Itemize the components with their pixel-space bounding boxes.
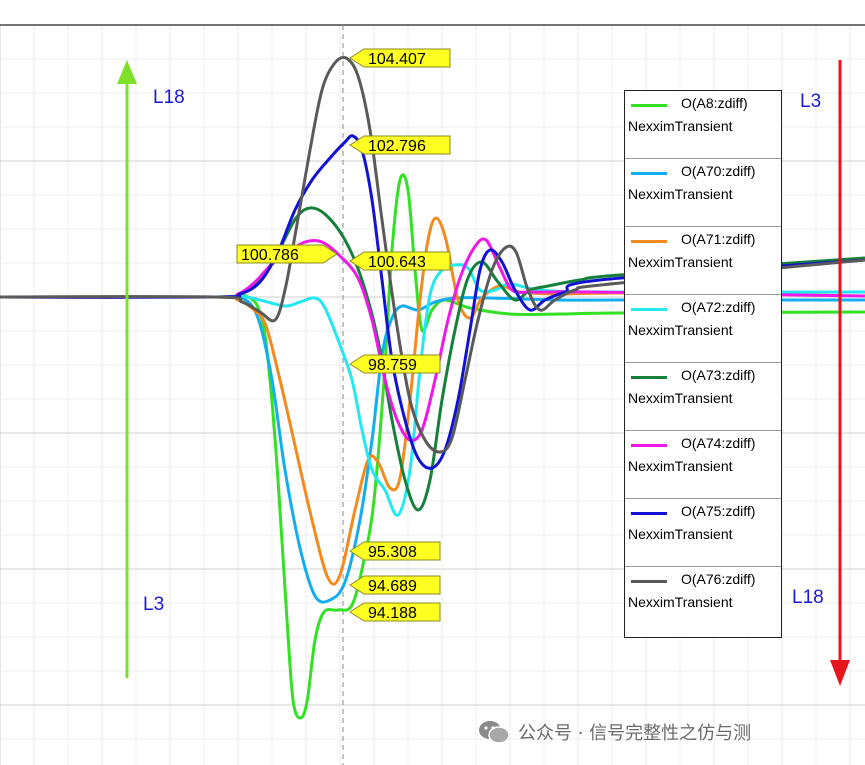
legend-series-name: O(A71:zdiff) <box>681 231 756 247</box>
legend-entry: O(A71:zdiff) NexximTransient <box>625 227 781 295</box>
legend-entry: O(A74:zdiff) NexximTransient <box>625 431 781 499</box>
data-label: 95.308 <box>349 541 441 561</box>
right-arrow <box>830 60 850 686</box>
left-arrow <box>117 60 137 678</box>
legend-series-name: O(A72:zdiff) <box>681 299 756 315</box>
left-arrow-bottom-label: L3 <box>143 594 164 615</box>
legend-swatch <box>631 104 667 107</box>
legend-series-sub: NexximTransient <box>628 526 733 542</box>
legend-entry: O(A70:zdiff) NexximTransient <box>625 159 781 227</box>
legend-series-sub: NexximTransient <box>628 594 733 610</box>
left-arrow-head <box>117 60 137 84</box>
legend-series-name: O(A70:zdiff) <box>681 163 756 179</box>
right-arrow-head <box>830 660 850 686</box>
legend-series-sub: NexximTransient <box>628 118 733 134</box>
legend-swatch <box>631 308 667 311</box>
chat-bubbles-icon <box>479 721 510 744</box>
legend-entry: O(A72:zdiff) NexximTransient <box>625 295 781 363</box>
legend-series-sub: NexximTransient <box>628 254 733 270</box>
legend-series-name: O(A75:zdiff) <box>681 503 756 519</box>
legend-series-name: O(A74:zdiff) <box>681 435 756 451</box>
legend-entry: O(A76:zdiff) NexximTransient <box>625 567 781 635</box>
legend-series-name: O(A76:zdiff) <box>681 571 756 587</box>
right-arrow-top-label: L3 <box>800 91 821 112</box>
right-arrow-bottom-label: L18 <box>792 587 824 608</box>
data-label: 100.643 <box>349 251 451 271</box>
legend-series-name: O(A8:zdiff) <box>681 95 748 111</box>
legend-series-sub: NexximTransient <box>628 390 733 406</box>
legend-swatch <box>631 580 667 583</box>
data-label: 94.689 <box>349 575 441 595</box>
legend-swatch <box>631 376 667 379</box>
data-label-text: 94.188 <box>368 605 417 622</box>
watermark-text: 公众号 · 信号完整性之仿与测 <box>518 723 752 744</box>
legend-series-name: O(A73:zdiff) <box>681 367 756 383</box>
data-label: 104.407 <box>349 48 451 68</box>
data-label-text: 102.796 <box>368 138 426 155</box>
legend-series-sub: NexximTransient <box>628 322 733 338</box>
data-label: 94.188 <box>349 602 441 622</box>
data-label-text: 95.308 <box>368 544 417 561</box>
legend-series-sub: NexximTransient <box>628 186 733 202</box>
legend-entry: O(A73:zdiff) NexximTransient <box>625 363 781 431</box>
data-label: 102.796 <box>349 135 451 155</box>
data-label: 100.786 <box>236 244 338 264</box>
data-label-text: 104.407 <box>368 51 426 68</box>
data-label: 98.759 <box>349 354 441 374</box>
legend-entry: O(A8:zdiff) NexximTransient <box>625 91 781 159</box>
data-label-text: 100.643 <box>368 254 426 271</box>
watermark: 公众号 · 信号完整性之仿与测 <box>478 718 751 746</box>
data-label-text: 94.689 <box>368 578 417 595</box>
data-label-text: 98.759 <box>368 357 417 374</box>
left-arrow-top-label: L18 <box>153 87 185 108</box>
legend-series-sub: NexximTransient <box>628 458 733 474</box>
data-label-text: 100.786 <box>241 247 299 264</box>
legend-swatch <box>631 240 667 243</box>
legend-swatch <box>631 444 667 447</box>
legend-swatch <box>631 512 667 515</box>
legend-swatch <box>631 172 667 175</box>
legend-entry: O(A75:zdiff) NexximTransient <box>625 499 781 567</box>
legend: O(A8:zdiff) NexximTransient O(A70:zdiff) Ne… <box>624 90 782 638</box>
